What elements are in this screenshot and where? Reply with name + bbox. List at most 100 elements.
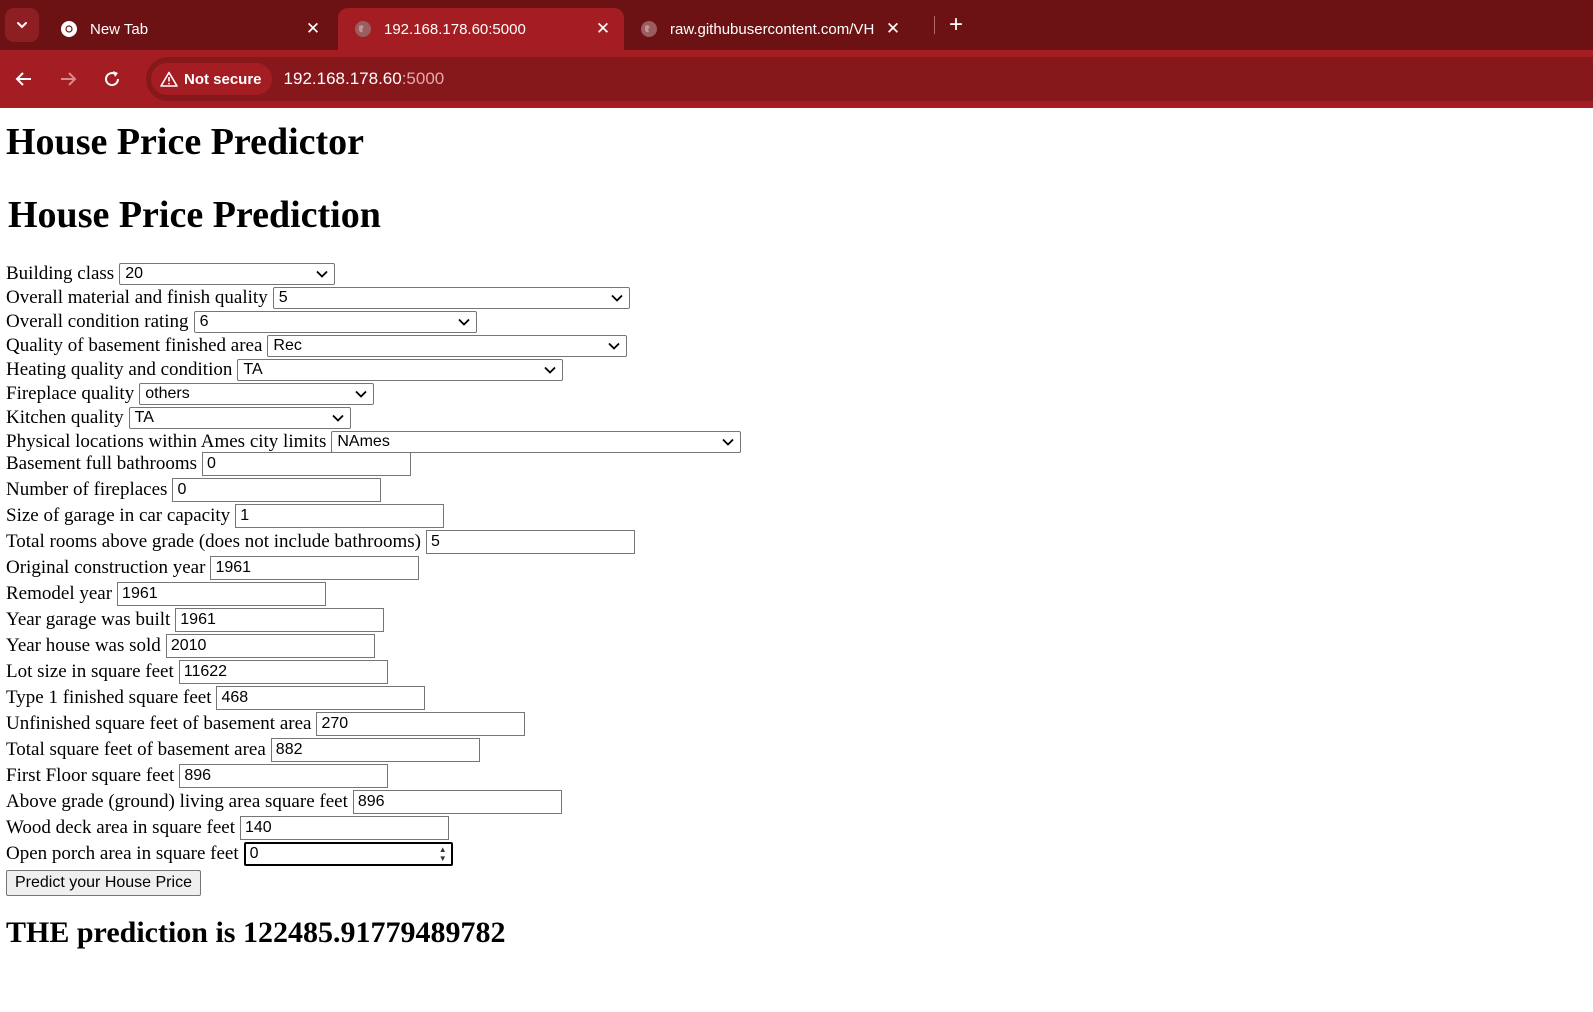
form-row: Unfinished square feet of basement area … [6,712,526,736]
basement-finish-select[interactable]: Rec [267,335,628,357]
tab-strip: New Tab ✕ 192.168.178.60:5000 ✕ raw.gith… [0,0,1593,50]
selected-value: TA [134,409,154,426]
field-label: Above grade (ground) living area square … [6,791,348,812]
url-text[interactable]: 192.168.178.60:5000 [284,69,445,89]
remodel-year-input[interactable]: 1961 [117,582,327,606]
plus-icon: + [948,11,963,38]
arrow-right-icon [61,72,77,86]
first-floor-sf-input[interactable]: 896 [179,764,389,788]
chevron-down-icon [457,318,470,326]
form-row: Lot size in square feet 11622 [6,660,388,684]
address-bar[interactable]: Not secure 192.168.178.60:5000 [146,57,1593,101]
selected-value: others [145,385,190,402]
url-port: :5000 [401,69,445,88]
new-tab-button[interactable]: + [942,11,970,39]
selected-value: TA [243,361,263,378]
form-row: Physical locations within Ames city limi… [6,430,742,454]
neighborhood-select[interactable]: NAmes [331,431,742,453]
close-icon[interactable]: ✕ [300,16,326,42]
form-row: Number of fireplaces 0 [6,478,382,502]
open-porch-sf-input[interactable]: 0 ▲ ▼ [243,842,453,866]
building-class-select[interactable]: 20 [119,263,336,285]
form-row: Year house was sold 2010 [6,634,375,658]
reload-button[interactable] [98,65,126,93]
field-label: Unfinished square feet of basement area [6,713,312,734]
form-row: Wood deck area in square feet 140 [6,816,449,840]
selected-value: 6 [199,313,209,330]
tab-raw-github[interactable]: raw.githubusercontent.com/VH ✕ [624,8,914,50]
overall-condition-select[interactable]: 6 [193,311,477,333]
field-label: Size of garage in car capacity [6,505,231,526]
prediction-result: THE prediction is 122485.91779489782 [6,916,506,949]
security-label: Not secure [184,70,262,88]
number-spinner-icon[interactable]: ▲ ▼ [439,845,447,863]
field-label: Overall condition rating [6,311,189,332]
input-value: 1961 [122,585,158,602]
forward-button[interactable] [54,65,82,93]
form-row: Total rooms above grade (does not includ… [6,530,635,554]
tab-title: 192.168.178.60:5000 [384,20,526,38]
form-row: First Floor square feet 896 [6,764,389,788]
form-row: Overall material and finish quality 5 [6,286,630,310]
input-value: 0 [207,455,216,472]
chevron-down-icon [332,414,344,422]
bsmt-fin-sf1-input[interactable]: 468 [216,686,426,710]
form-row: Basement full bathrooms 0 [6,452,412,476]
total-rooms-input[interactable]: 5 [425,530,635,554]
url-host: 192.168.178.60 [283,69,402,88]
heating-quality-select[interactable]: TA [237,359,564,381]
globe-icon [641,21,657,37]
field-label: Overall material and finish quality [6,287,268,308]
garage-year-input[interactable]: 1961 [175,608,385,632]
chevron-down-icon [17,22,27,29]
lot-area-input[interactable]: 11622 [178,660,388,684]
tab-new-tab[interactable]: New Tab ✕ [44,8,334,50]
wood-deck-sf-input[interactable]: 140 [240,816,449,840]
year-built-input[interactable]: 1961 [210,556,420,580]
form-row: Type 1 finished square feet 468 [6,686,426,710]
basement-full-bath-input[interactable]: 0 [202,452,412,476]
field-label: Total rooms above grade (does not includ… [6,531,421,552]
back-button[interactable] [10,65,38,93]
garage-cars-input[interactable]: 1 [235,504,445,528]
gr-liv-area-input[interactable]: 896 [352,790,562,814]
tab-search-button[interactable] [5,8,39,42]
fireplaces-input[interactable]: 0 [172,478,382,502]
field-label: Original construction year [6,557,206,578]
total-bsmt-sf-input[interactable]: 882 [270,738,480,762]
field-label: Fireplace quality [6,383,135,404]
field-label: Physical locations within Ames city limi… [6,431,327,452]
chevron-down-icon [355,390,367,398]
form-row: Remodel year 1961 [6,582,327,606]
close-icon[interactable]: ✕ [590,16,616,42]
selected-value: NAmes [337,433,390,450]
form-row: Overall condition rating 6 [6,310,477,334]
security-chip[interactable]: Not secure [151,63,272,95]
predict-button[interactable]: Predict your House Price [6,870,201,896]
field-label: Heating quality and condition [6,359,233,380]
chevron-down-icon [611,294,623,302]
form-row: Heating quality and condition TA [6,358,564,382]
kitchen-quality-select[interactable]: TA [128,407,351,429]
overall-quality-select[interactable]: 5 [272,287,630,309]
bsmt-unf-sf-input[interactable]: 270 [316,712,526,736]
app-title: House Price Predictor [6,121,365,163]
input-value: 468 [221,689,249,706]
form-row: Year garage was built 1961 [6,608,385,632]
field-label: Remodel year [6,583,113,604]
input-value: 896 [357,793,385,810]
close-icon[interactable]: ✕ [880,16,906,42]
chevron-down-icon [722,438,734,446]
form-row: Original construction year 1961 [6,556,420,580]
tab-divider [934,16,935,34]
tab-active[interactable]: 192.168.178.60:5000 ✕ [338,8,624,50]
selected-value: 20 [125,265,143,282]
form-row: Fireplace quality others [6,382,375,406]
field-label: Year house was sold [6,635,161,656]
fireplace-quality-select[interactable]: others [139,383,375,405]
year-sold-input[interactable]: 2010 [165,634,375,658]
input-value: 11622 [183,663,228,680]
chevron-down-icon [544,366,557,374]
form-row: Quality of basement finished area Rec [6,334,628,358]
chevron-down-icon [316,270,328,278]
